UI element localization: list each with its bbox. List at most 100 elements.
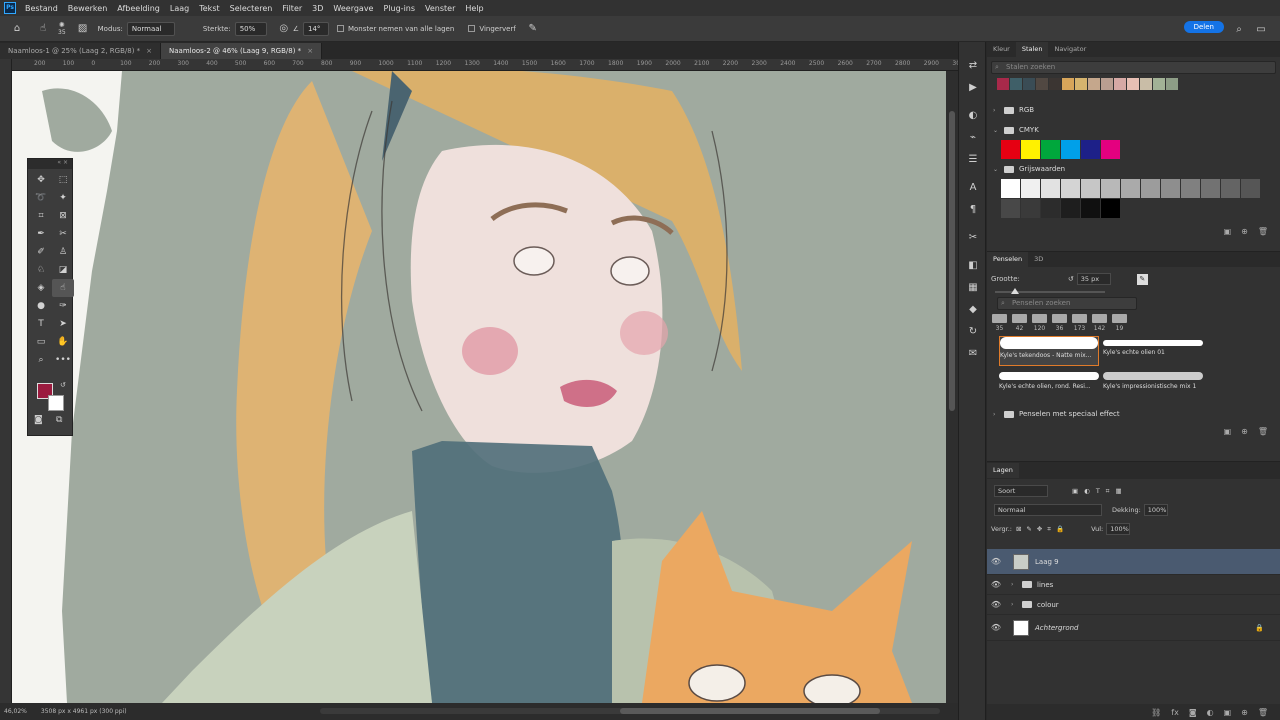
chevron-right-icon[interactable]: ›: [993, 411, 999, 418]
actions-play-icon[interactable]: ▶: [959, 76, 987, 98]
finger-paint[interactable]: Vingerverf: [468, 25, 516, 33]
fx-icon[interactable]: fx: [1171, 708, 1179, 717]
new-layer-icon[interactable]: ⊕: [1241, 708, 1248, 717]
menu-bestand[interactable]: Bestand: [20, 4, 63, 13]
path-select-icon[interactable]: ➤: [52, 315, 74, 333]
eye-icon[interactable]: 👁: [987, 623, 1005, 632]
color-swatch[interactable]: [1166, 78, 1178, 90]
chevron-down-icon[interactable]: ⌄: [993, 127, 999, 134]
smudge-tool-icon[interactable]: ☝: [52, 279, 74, 297]
horizontal-ruler[interactable]: 200 100 0 100 200 300 400 500 600 700 800 900 1000 11…: [12, 59, 968, 71]
brush-tip[interactable]: 19: [1111, 314, 1128, 332]
libraries-icon[interactable]: ☰: [959, 148, 987, 170]
adjustments-icon[interactable]: ⌁: [959, 126, 987, 148]
color-swatch[interactable]: [1049, 78, 1061, 90]
tab-kleur[interactable]: Kleur: [987, 42, 1016, 57]
color-swatch[interactable]: [1041, 140, 1060, 159]
color-swatch[interactable]: [1140, 78, 1152, 90]
chevron-down-icon[interactable]: ⌄: [993, 166, 999, 173]
menu-filter[interactable]: Filter: [277, 4, 307, 13]
color-swatch[interactable]: [1021, 179, 1040, 198]
brush-size-slider[interactable]: [995, 288, 1105, 294]
menu-tekst[interactable]: Tekst: [194, 4, 224, 13]
color-swatch[interactable]: [1081, 179, 1100, 198]
pressure-strength-icon[interactable]: ◎: [275, 20, 293, 38]
layer-row[interactable]: 👁 Achtergrond 🔒: [987, 615, 1280, 641]
vertical-scroll-thumb[interactable]: [949, 111, 955, 411]
color-swatch[interactable]: [1201, 179, 1220, 198]
trash-icon[interactable]: 🗑: [1258, 427, 1268, 436]
healing-brush-icon[interactable]: ✂: [52, 225, 74, 243]
pen-tool-icon[interactable]: ✑: [52, 297, 74, 315]
tab-navigator[interactable]: Navigator: [1048, 42, 1092, 57]
brush-tip[interactable]: 36: [1051, 314, 1068, 332]
canvas-artwork[interactable]: [12, 71, 946, 703]
type-tool-icon[interactable]: T: [30, 315, 52, 333]
color-swatch[interactable]: [1101, 78, 1113, 90]
brush-tip[interactable]: 173: [1071, 314, 1088, 332]
color-swatch[interactable]: [1021, 199, 1040, 218]
layer-row[interactable]: 👁 › colour: [987, 595, 1280, 615]
dodge-tool-icon[interactable]: ●: [30, 297, 52, 315]
add-mask-icon[interactable]: ◙: [1189, 708, 1197, 717]
menu-help[interactable]: Help: [460, 4, 488, 13]
menu-afbeelding[interactable]: Afbeelding: [112, 4, 165, 13]
search-icon[interactable]: ⌕: [1230, 20, 1248, 38]
brush-item[interactable]: Kyle's tekendoos - Natte mix...: [999, 336, 1099, 366]
menu-selecteren[interactable]: Selecteren: [225, 4, 278, 13]
color-swatch[interactable]: [1041, 199, 1060, 218]
channels-icon[interactable]: ▦: [959, 276, 987, 298]
history-panel-icon[interactable]: ↻: [959, 320, 987, 342]
pen-pressure-icon[interactable]: ✎: [524, 20, 542, 38]
color-swatch[interactable]: [1081, 140, 1100, 159]
eye-icon[interactable]: 👁: [987, 580, 1005, 589]
chevron-right-icon[interactable]: ›: [1011, 601, 1017, 608]
brushes-search[interactable]: ⌕ Penselen zoeken: [997, 297, 1137, 310]
color-swatch[interactable]: [1101, 140, 1120, 159]
menu-bewerken[interactable]: Bewerken: [63, 4, 113, 13]
zoom-readout[interactable]: 46,02%: [4, 708, 27, 715]
color-swatch[interactable]: [1061, 140, 1080, 159]
sample-all-checkbox[interactable]: [336, 25, 344, 32]
brush-tip[interactable]: 35: [991, 314, 1008, 332]
screen-mode-icon[interactable]: ⧉: [56, 415, 62, 425]
smudge-tool-icon[interactable]: ☝: [34, 20, 52, 38]
new-brush-icon[interactable]: ⊕: [1241, 427, 1248, 436]
brush-settings-panel-icon[interactable]: ✂: [959, 226, 987, 248]
color-swatch[interactable]: [1021, 140, 1040, 159]
rectangle-tool-icon[interactable]: ▭: [30, 333, 52, 351]
brush-item[interactable]: Kyle's echte olien 01: [1103, 336, 1203, 366]
menu-weergave[interactable]: Weergave: [328, 4, 378, 13]
color-swatch[interactable]: [1062, 78, 1074, 90]
color-swatch[interactable]: [1001, 199, 1020, 218]
swatch-group-cmyk[interactable]: ⌄ CMYK: [987, 120, 1280, 140]
lasso-tool-icon[interactable]: ➰: [30, 189, 52, 207]
opacity-input[interactable]: 100%: [1143, 504, 1168, 516]
hand-tool-icon[interactable]: ✋: [52, 333, 74, 351]
layer-filter-icons[interactable]: ▣◐T⌗▦: [1072, 487, 1128, 496]
color-swatch[interactable]: [1061, 199, 1080, 218]
color-swatch[interactable]: [1127, 78, 1139, 90]
color-swatch[interactable]: [1061, 179, 1080, 198]
color-swatch[interactable]: [1121, 179, 1140, 198]
link-layers-icon[interactable]: ⛓: [1151, 708, 1161, 717]
trash-icon[interactable]: 🗑: [1258, 708, 1268, 717]
new-group-icon[interactable]: ▣: [1224, 227, 1232, 236]
brush-edit-icon[interactable]: ✎: [1136, 273, 1148, 285]
new-group-icon[interactable]: ▣: [1224, 708, 1232, 717]
color-swatch[interactable]: [1141, 179, 1160, 198]
new-group-icon[interactable]: ▣: [1224, 427, 1232, 436]
color-swatch[interactable]: [1075, 78, 1087, 90]
horizontal-scrollbar[interactable]: [320, 708, 940, 714]
eyedropper-icon[interactable]: ✒: [30, 225, 52, 243]
color-swatch[interactable]: [1153, 78, 1165, 90]
color-swatch[interactable]: [997, 78, 1009, 90]
strength-input[interactable]: 50%: [234, 21, 267, 36]
menu-venster[interactable]: Venster: [420, 4, 460, 13]
background-color-swatch[interactable]: [48, 395, 64, 411]
swap-colors-icon[interactable]: ↺: [60, 381, 66, 389]
fill-input[interactable]: 100%: [1106, 523, 1131, 535]
angle-input[interactable]: 14°: [302, 21, 329, 36]
mode-dropdown[interactable]: Normaal: [126, 21, 175, 36]
color-swatch[interactable]: [1181, 179, 1200, 198]
